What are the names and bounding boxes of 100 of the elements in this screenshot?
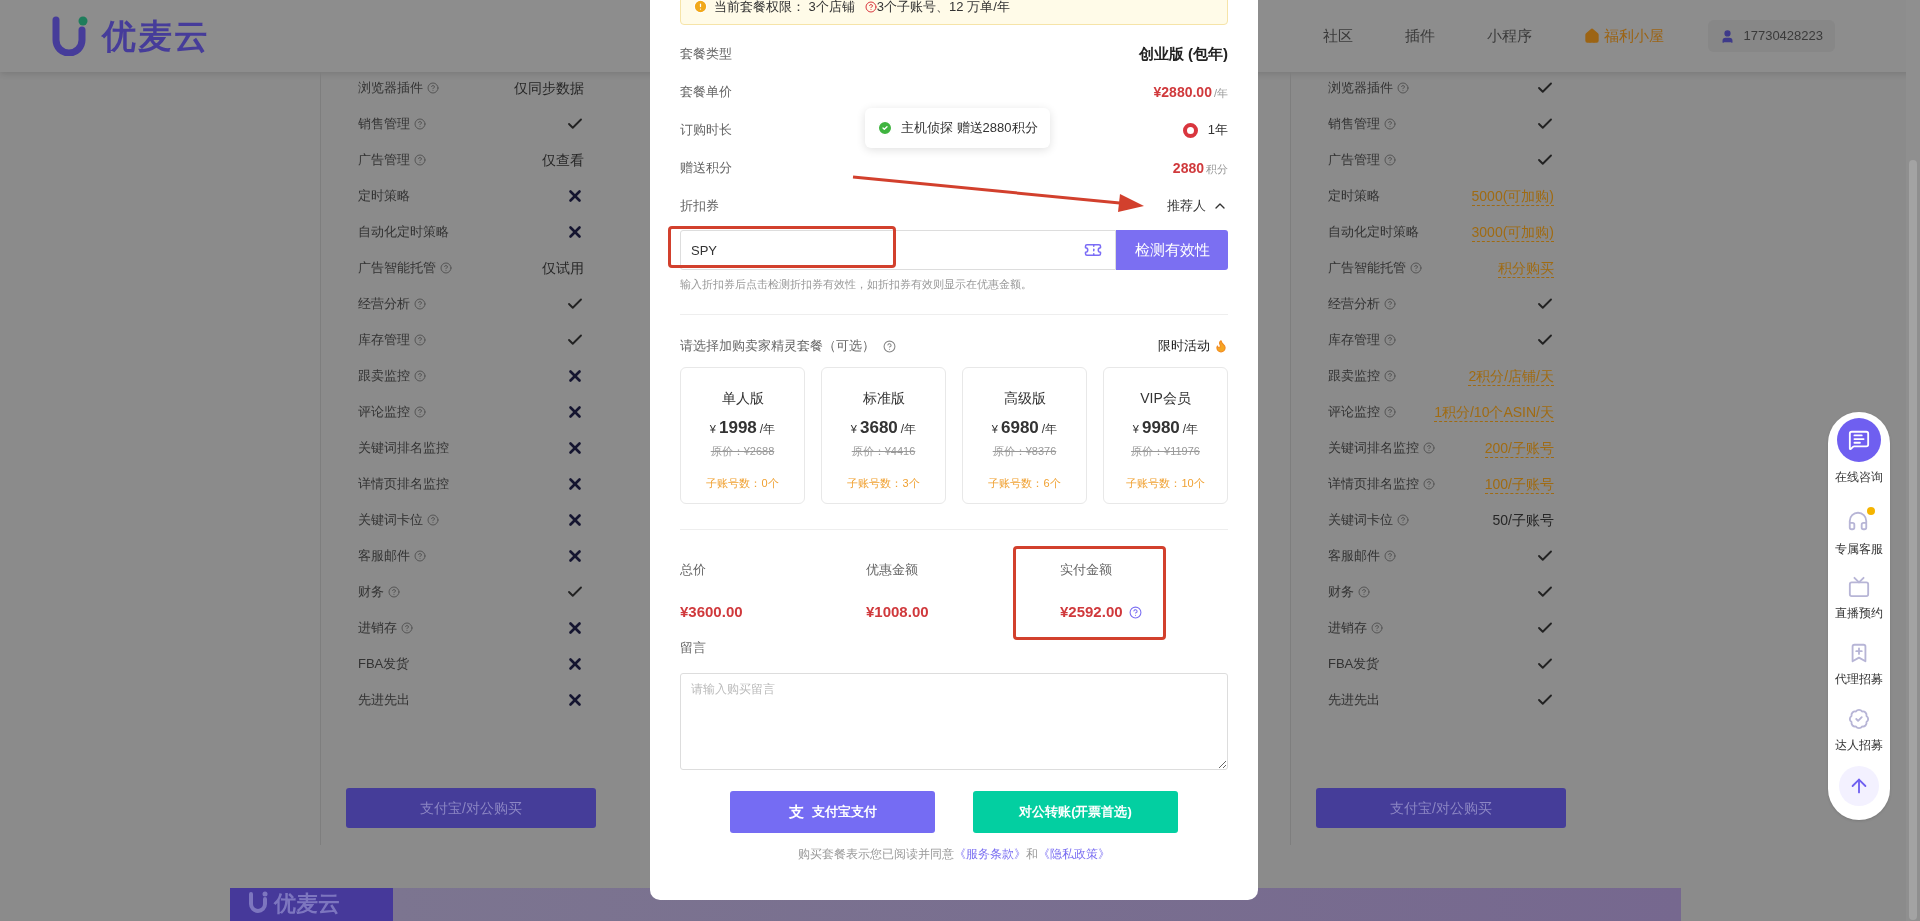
package-card[interactable]: 单人版 ¥ 1998 /年 原价：¥2688 子账号数：0个 <box>680 367 805 504</box>
original-price: 原价：¥2688 <box>710 443 775 459</box>
nav-link[interactable]: 小程序 <box>1487 24 1533 48</box>
user-chip[interactable]: 17730428223 <box>1708 20 1835 52</box>
feature-label: 先进先出 <box>1328 691 1380 710</box>
widget-label[interactable]: 直播预约 <box>1835 604 1883 622</box>
package-price: 6980 <box>1000 417 1039 439</box>
feature-label: 进销存 <box>358 619 397 638</box>
flame-icon <box>1214 338 1228 354</box>
section-title: 请选择加购卖家精灵套餐（可选） <box>680 337 875 356</box>
logo-icon <box>52 16 90 56</box>
plan-type: 创业版 (包年) <box>1138 43 1228 64</box>
package-card[interactable]: 标准版 ¥ 3680 /年 原价：¥4416 子账号数：3个 <box>821 367 946 504</box>
feature-label: 库存管理 <box>358 331 410 350</box>
terms-link[interactable]: 《服务条款》 <box>954 847 1026 861</box>
nav-link[interactable]: 插件 <box>1405 24 1436 48</box>
feature-label: 财务 <box>358 583 384 602</box>
tv-icon[interactable] <box>1848 576 1870 598</box>
feature-label: 广告智能托管 <box>1328 259 1406 278</box>
feature-label: 跟卖监控 <box>1328 367 1380 386</box>
widget-label[interactable]: 达人招募 <box>1835 736 1883 754</box>
nav-link[interactable]: 社区 <box>1323 24 1354 48</box>
widget-label[interactable]: 专属客服 <box>1835 540 1883 558</box>
chat-icon[interactable] <box>1837 418 1881 462</box>
cross-icon <box>566 403 584 421</box>
feature-label: 自动化定时策略 <box>1328 223 1419 242</box>
package-card[interactable]: VIP会员 ¥ 9980 /年 原价：¥11976 子账号数：10个 <box>1103 367 1228 504</box>
notice-text: 当前套餐权限： 3个店铺 <box>714 0 855 16</box>
unit-text: /年 <box>759 421 776 438</box>
feature-label: 广告管理 <box>358 151 410 170</box>
feature-label: 先进先出 <box>358 691 410 710</box>
notice-text: 3个子账号、12 万单/年 <box>876 0 1010 16</box>
price-value: ¥2880.00 <box>1153 82 1212 102</box>
amount-value: ¥1008.00 <box>866 602 929 622</box>
coupon-hint: 输入折扣券后点击检测折扣券有效性，如折扣券有效则显示在优惠金额。 <box>680 277 1033 292</box>
currency-sign: ¥ <box>709 422 716 437</box>
sub-account-count: 子账号数：10个 <box>1126 476 1205 491</box>
cross-icon <box>566 223 584 241</box>
feature-label: 库存管理 <box>1328 331 1380 350</box>
unit-text: 积分 <box>1206 161 1228 177</box>
check-validity-button[interactable]: 检测有效性 <box>1116 230 1228 270</box>
purchase-button[interactable]: 支付宝/对公购买 <box>1316 788 1566 828</box>
currency-sign: ¥ <box>850 422 857 437</box>
privacy-link[interactable]: 《隐私政策》 <box>1038 847 1110 861</box>
ticket-icon <box>1082 241 1104 259</box>
price-value: 2880 <box>1172 158 1204 178</box>
feature-label: 评论监控 <box>358 403 410 422</box>
message-field[interactable]: 请输入购买留言 <box>680 673 1228 770</box>
alipay-button[interactable]: 支 支付宝支付 <box>730 791 935 833</box>
feature-label: 客服邮件 <box>1328 547 1380 566</box>
feature-label: 关键词卡位 <box>1328 511 1393 530</box>
back-to-top-button[interactable] <box>1839 766 1879 806</box>
bank-transfer-button[interactable]: 对公转账(开票首选) <box>973 791 1178 833</box>
original-price: 原价：¥8376 <box>992 443 1057 459</box>
package-price: 1998 <box>718 417 757 439</box>
field-label: 订购时长 <box>680 121 732 140</box>
package-name: 高级版 <box>1003 389 1046 408</box>
feature-label: 浏览器插件 <box>358 79 423 98</box>
feature-label: 评论监控 <box>1328 403 1380 422</box>
sub-account-count: 子账号数：0个 <box>706 476 779 491</box>
feature-label: 关键词卡位 <box>358 511 423 530</box>
total-label: 优惠金额 <box>866 562 919 578</box>
radio-label: 1年 <box>1207 121 1228 140</box>
sub-account-count: 子账号数：3个 <box>847 476 920 491</box>
radio-button[interactable] <box>1182 122 1198 138</box>
unit-text: /年 <box>1182 421 1199 438</box>
package-name: 单人版 <box>721 389 764 408</box>
package-name: VIP会员 <box>1140 389 1191 408</box>
feature-value: 仅试用 <box>542 258 584 278</box>
purchase-button[interactable]: 支付宝/对公购买 <box>346 788 596 828</box>
feature-label: 财务 <box>1328 583 1354 602</box>
success-icon <box>877 120 893 136</box>
coupon-field[interactable]: SPY <box>680 230 1116 270</box>
cross-icon <box>566 691 584 709</box>
feature-label: 详情页排名监控 <box>1328 475 1419 494</box>
alipay-icon: 支 <box>788 800 804 824</box>
feature-label: 定时策略 <box>1328 187 1380 206</box>
unit-text: /年 <box>1213 85 1228 101</box>
package-name: 标准版 <box>862 389 905 408</box>
amount-value: ¥3600.00 <box>680 602 743 622</box>
package-card[interactable]: 高级版 ¥ 6980 /年 原价：¥8376 子账号数：6个 <box>962 367 1087 504</box>
unit-text: /年 <box>1041 421 1058 438</box>
original-price: 原价：¥11976 <box>1131 443 1200 459</box>
badge-icon[interactable] <box>1848 708 1870 730</box>
cross-icon <box>566 655 584 673</box>
feature-label: 经营分析 <box>358 295 410 314</box>
feature-label: 进销存 <box>1328 619 1367 638</box>
feature-label: 关键词排名监控 <box>1328 439 1419 458</box>
widget-label[interactable]: 代理招募 <box>1835 670 1883 688</box>
feature-label: 定时策略 <box>358 187 410 206</box>
referrer-toggle[interactable]: 推荐人 <box>1167 195 1228 216</box>
field-label: 赠送积分 <box>680 159 732 178</box>
help-icon <box>864 0 877 13</box>
widget-label[interactable]: 在线咨询 <box>1835 468 1883 486</box>
feature-label: FBA发货 <box>1328 655 1380 674</box>
total-label: 总价 <box>680 562 707 578</box>
currency-sign: ¥ <box>991 422 998 437</box>
feature-label: 销售管理 <box>1328 115 1380 134</box>
feature-label: FBA发货 <box>358 655 410 674</box>
feature-value: 50/子账号 <box>1492 510 1554 530</box>
